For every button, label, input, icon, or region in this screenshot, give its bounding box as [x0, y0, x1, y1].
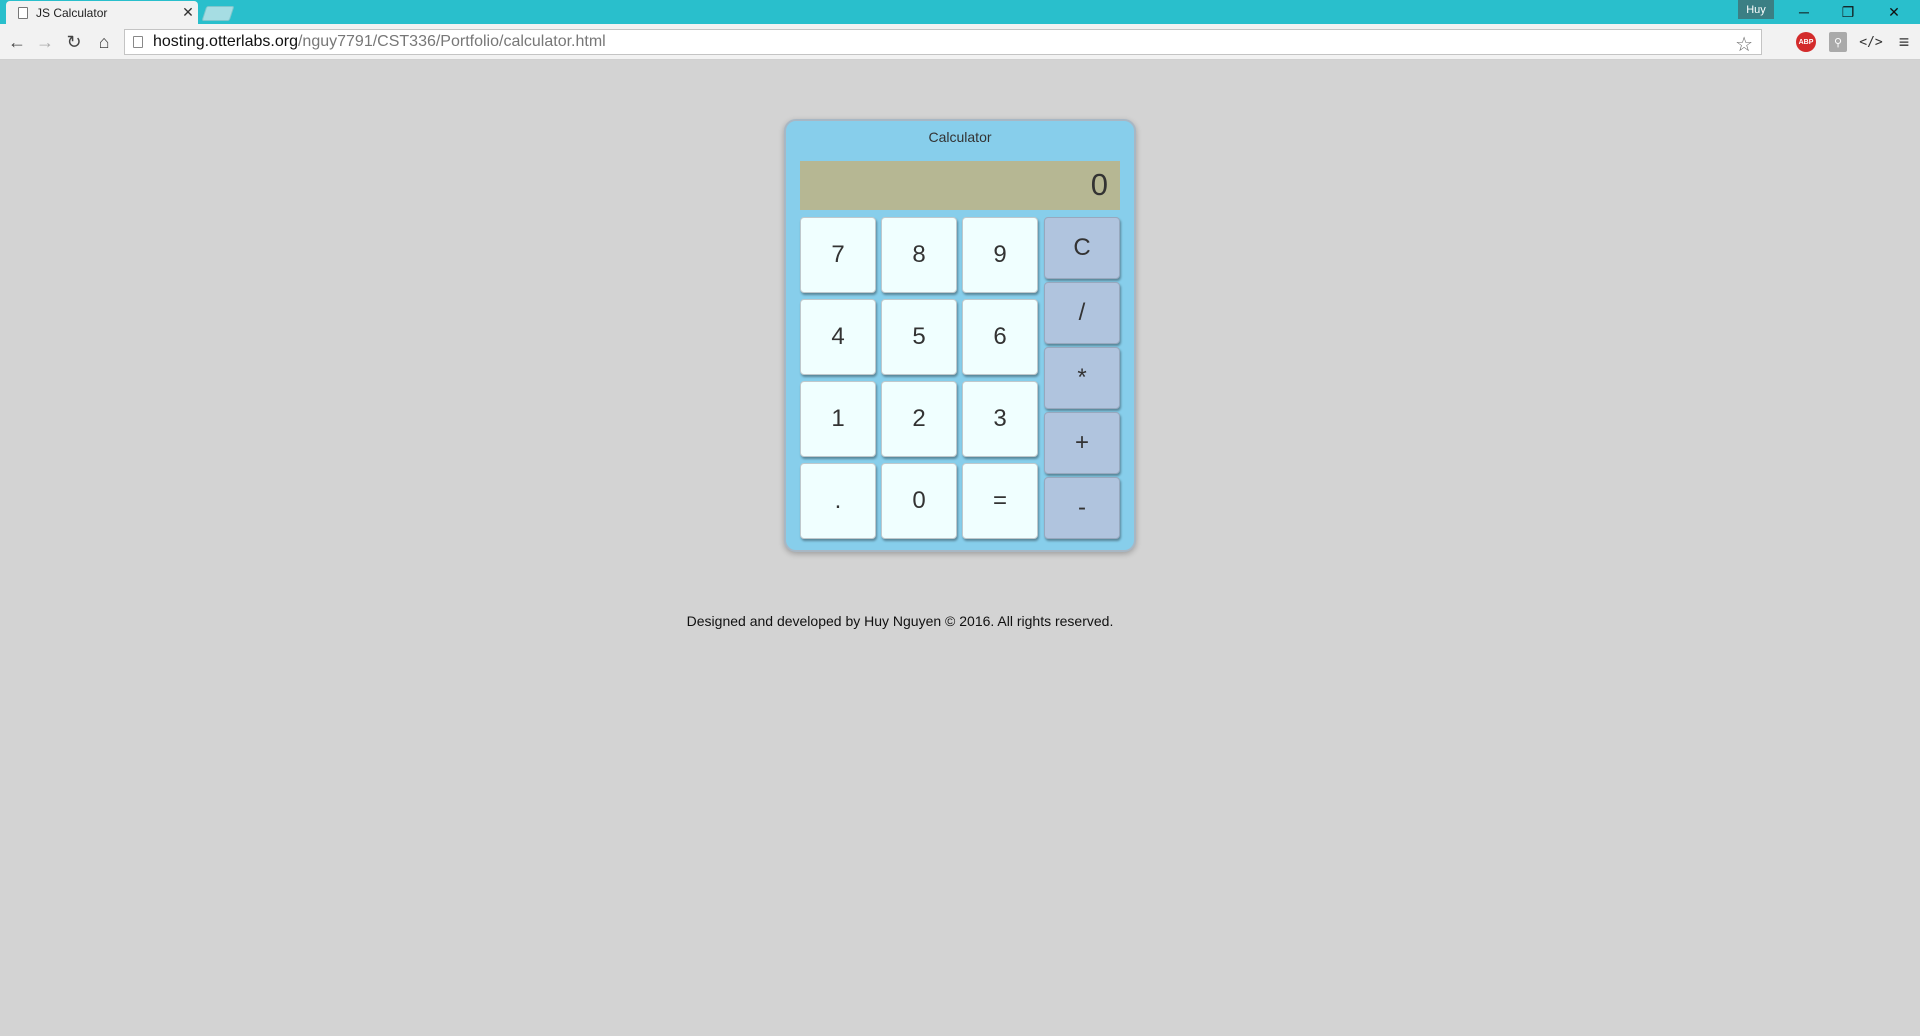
profile-button[interactable]: Huy: [1738, 0, 1774, 19]
forward-icon[interactable]: →: [32, 30, 58, 54]
key-equals[interactable]: =: [962, 463, 1038, 539]
key-0[interactable]: 0: [881, 463, 957, 539]
key-6[interactable]: 6: [962, 299, 1038, 375]
title-bar: JS Calculator ✕ Huy ─ ❐ ✕: [0, 0, 1920, 24]
key-multiply[interactable]: *: [1044, 347, 1120, 409]
key-9[interactable]: 9: [962, 217, 1038, 293]
key-8[interactable]: 8: [881, 217, 957, 293]
page-info-icon[interactable]: [133, 36, 143, 48]
minimize-icon[interactable]: ─: [1782, 0, 1826, 24]
key-1[interactable]: 1: [800, 381, 876, 457]
tab-title: JS Calculator: [36, 5, 108, 20]
calculator-title: Calculator: [928, 129, 992, 145]
calculator-display: 0: [800, 161, 1120, 210]
menu-icon[interactable]: ≡: [1894, 32, 1914, 52]
key-divide[interactable]: /: [1044, 282, 1120, 344]
close-window-icon[interactable]: ✕: [1872, 0, 1916, 24]
key-subtract[interactable]: -: [1044, 477, 1120, 539]
page-icon: [18, 6, 28, 19]
address-bar[interactable]: hosting.otterlabs.org /nguy7791/CST336/P…: [124, 29, 1762, 57]
code-extension-icon[interactable]: </>: [1858, 32, 1884, 52]
bookmark-star-icon[interactable]: ☆: [1735, 32, 1753, 57]
home-icon[interactable]: ⌂: [91, 30, 117, 54]
key-add[interactable]: +: [1044, 412, 1120, 474]
url-host: hosting.otterlabs.org: [153, 33, 298, 50]
key-5[interactable]: 5: [881, 299, 957, 375]
browser-tab[interactable]: JS Calculator ✕: [6, 1, 198, 24]
key-2[interactable]: 2: [881, 381, 957, 457]
browser-toolbar: ← → ↻ ⌂ hosting.otterlabs.org /nguy7791/…: [0, 24, 1920, 60]
key-4[interactable]: 4: [800, 299, 876, 375]
extension-icon[interactable]: ⚲: [1829, 32, 1847, 52]
adblock-icon[interactable]: ABP: [1796, 32, 1816, 52]
key-3[interactable]: 3: [962, 381, 1038, 457]
back-icon[interactable]: ←: [4, 30, 30, 54]
reload-icon[interactable]: ↻: [61, 30, 87, 54]
key-decimal[interactable]: .: [800, 463, 876, 539]
key-clear[interactable]: C: [1044, 217, 1120, 279]
footer-text: Designed and developed by Huy Nguyen © 2…: [686, 613, 1114, 629]
key-7[interactable]: 7: [800, 217, 876, 293]
calculator: Calculator 0 7 8 9 4 5 6 1 2 3 . 0 = C /…: [784, 119, 1136, 552]
tab-close-icon[interactable]: ✕: [178, 4, 198, 21]
url-path: /nguy7791/CST336/Portfolio/calculator.ht…: [297, 33, 606, 50]
new-tab-button[interactable]: [201, 6, 235, 21]
restore-icon[interactable]: ❐: [1826, 0, 1870, 24]
